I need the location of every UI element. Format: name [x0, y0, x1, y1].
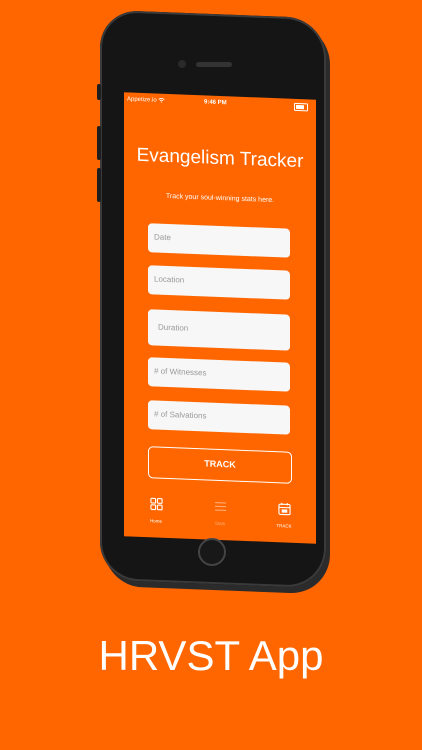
- carrier-label: Appetize.io: [127, 96, 165, 104]
- status-time: 9:46 PM: [204, 99, 227, 107]
- phone-mockup: Appetize.io 9:46 PM Evangelism Tracker T…: [97, 9, 326, 589]
- tab-track[interactable]: TRACK: [264, 502, 304, 530]
- calendar-icon: [277, 502, 291, 516]
- tab-home-label: Home: [149, 518, 162, 524]
- witnesses-field[interactable]: # of Witnesses: [148, 357, 290, 392]
- salvations-field[interactable]: # of Salvations: [148, 400, 290, 435]
- app-subtitle: Track your soul-winning stats here.: [165, 192, 275, 205]
- salvations-placeholder: # of Salvations: [154, 409, 207, 421]
- tab-stats[interactable]: Stats: [200, 499, 240, 527]
- app-title: Evangelism Tracker: [136, 144, 304, 173]
- home-button: [198, 538, 226, 566]
- witnesses-placeholder: # of Witnesses: [154, 366, 207, 378]
- wifi-icon: [158, 97, 165, 103]
- tab-stats-label: Stats: [214, 520, 226, 527]
- tab-bar: Home Stats TRACK: [124, 488, 316, 543]
- mute-switch: [97, 84, 101, 100]
- list-icon: [214, 502, 226, 511]
- volume-down-button: [97, 168, 101, 202]
- location-field[interactable]: Location: [148, 265, 290, 300]
- duration-field[interactable]: Duration: [148, 309, 290, 351]
- track-button[interactable]: TRACK: [148, 446, 292, 484]
- volume-up-button: [97, 126, 101, 160]
- grid-icon: [149, 497, 163, 511]
- date-placeholder: Date: [154, 232, 171, 243]
- date-field[interactable]: Date: [148, 223, 290, 258]
- battery-icon: [294, 102, 308, 112]
- duration-placeholder: Duration: [158, 322, 189, 333]
- earpiece-speaker: [196, 62, 232, 67]
- tab-home[interactable]: Home: [136, 497, 176, 525]
- front-camera: [178, 60, 186, 68]
- promo-title: HRVST App: [98, 632, 324, 679]
- app-screen: Appetize.io 9:46 PM Evangelism Tracker T…: [124, 92, 316, 544]
- tab-track-label: TRACK: [276, 523, 292, 529]
- location-placeholder: Location: [154, 274, 185, 285]
- carrier-text: Appetize.io: [127, 96, 157, 104]
